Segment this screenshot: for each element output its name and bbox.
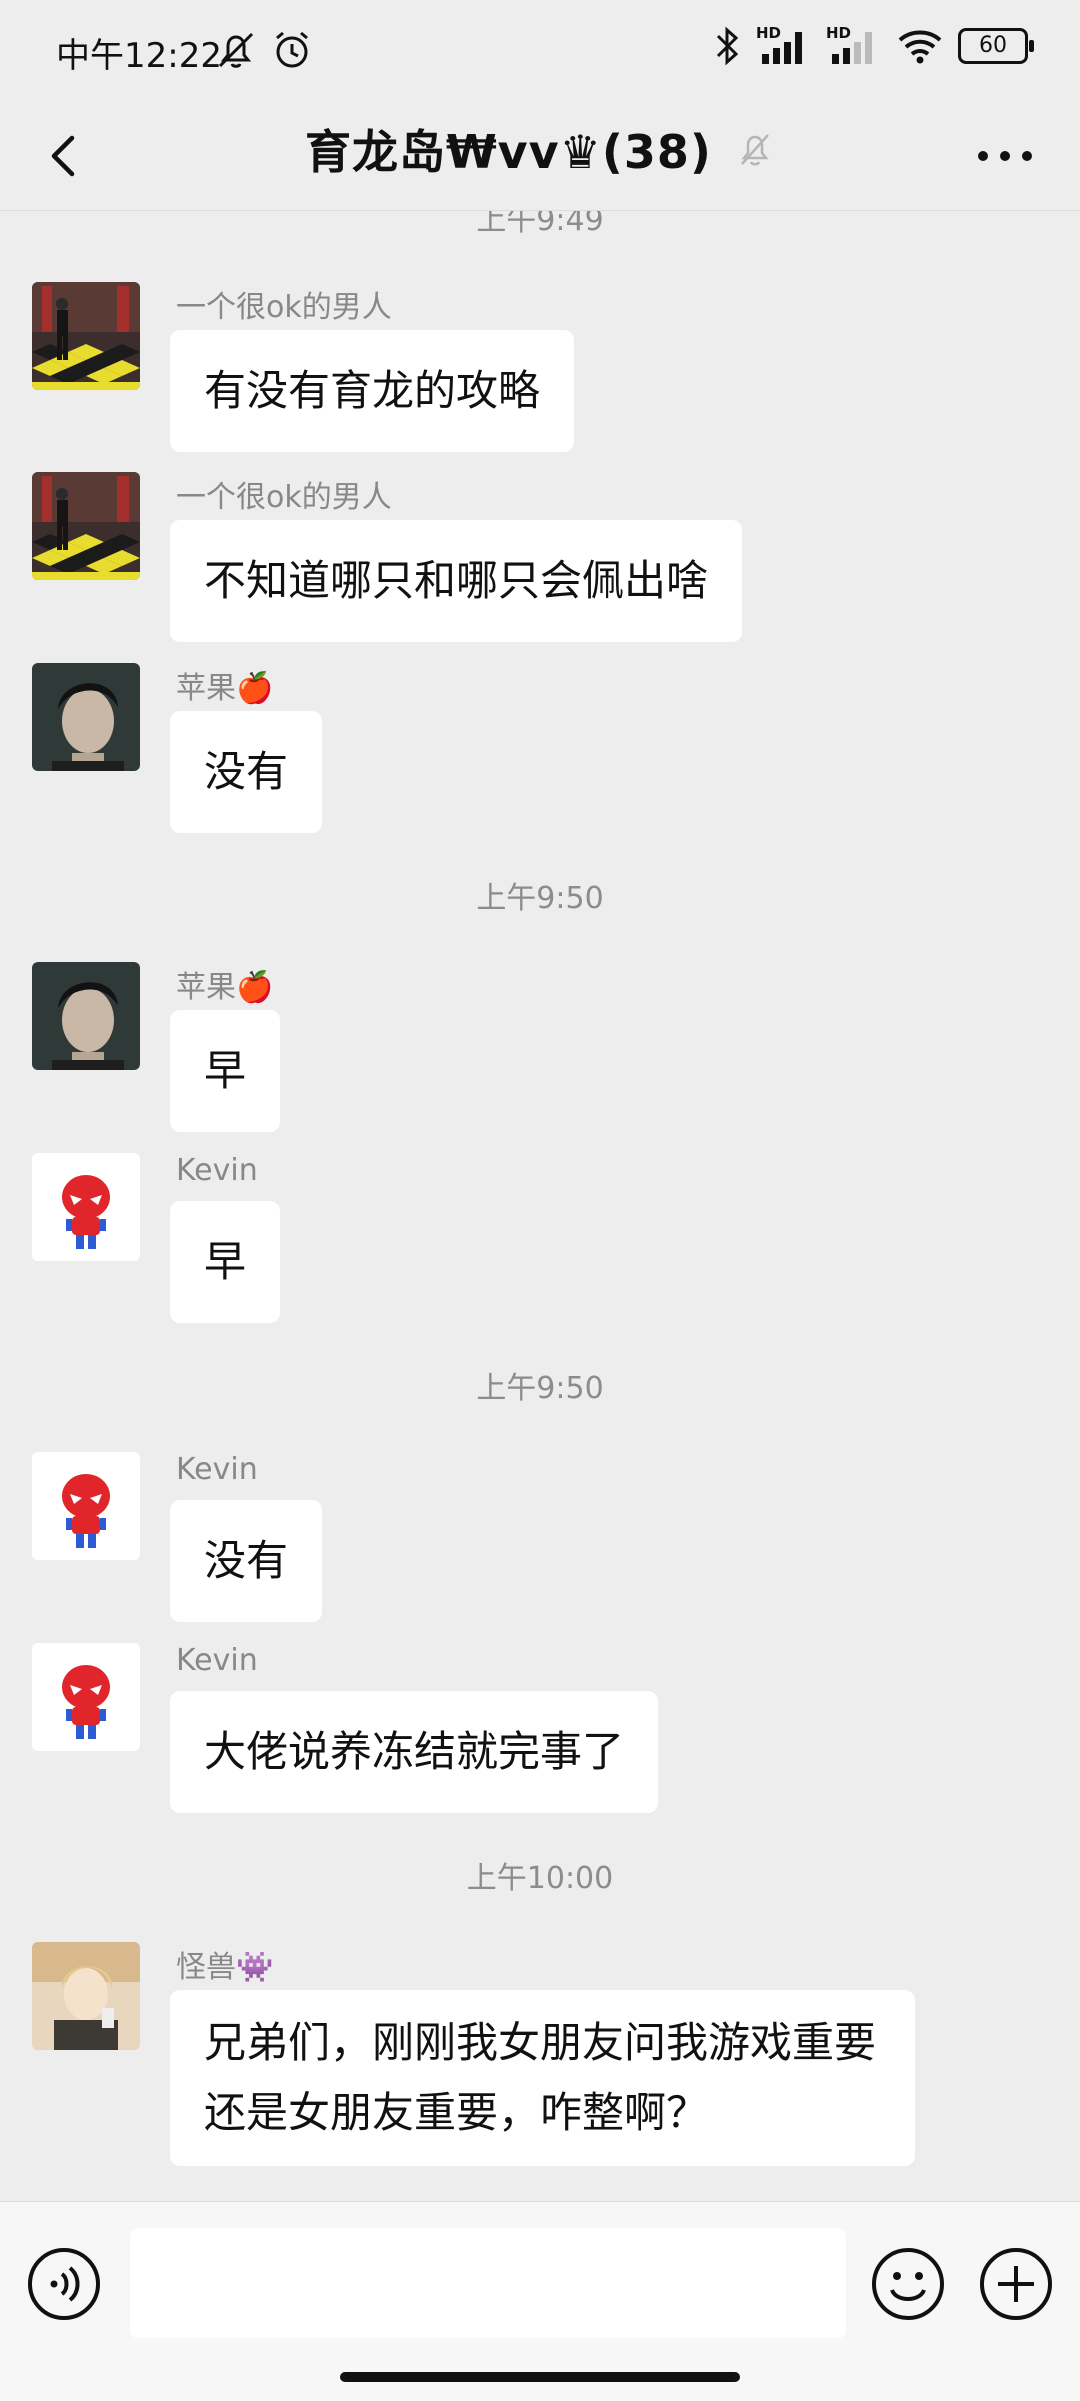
avatar[interactable] xyxy=(32,1153,140,1261)
emoji-button[interactable] xyxy=(870,2246,946,2322)
input-bar xyxy=(0,2201,1080,2401)
timestamp: 上午10:00 xyxy=(466,1861,614,1896)
message-bubble[interactable]: 有没有育龙的攻略 xyxy=(170,330,575,452)
sender-name: 一个很ok的男人 xyxy=(176,290,392,325)
avatar[interactable] xyxy=(32,1942,140,2050)
timestamp: 上午9:50 xyxy=(476,881,604,916)
chat-header: 育龙岛₩vv♛(38) xyxy=(0,100,1080,211)
message-bubble[interactable]: 不知道哪只和哪只会佩出啥 xyxy=(170,520,743,642)
avatar[interactable] xyxy=(32,1452,140,1560)
sender-name: Kevin xyxy=(176,1643,258,1678)
bluetooth-icon xyxy=(716,26,739,66)
chat-title[interactable]: 育龙岛₩vv♛(38) xyxy=(305,125,712,179)
title-wrap: 育龙岛₩vv♛(38) xyxy=(0,116,1080,182)
sender-name: Kevin xyxy=(176,1153,258,1188)
bell-off-icon xyxy=(741,134,769,166)
bell-slash-icon xyxy=(218,32,254,68)
more-dots-icon xyxy=(978,151,1032,161)
alarm-icon xyxy=(276,31,308,68)
voice-button[interactable] xyxy=(26,2246,102,2322)
message-bubble[interactable]: 早 xyxy=(170,1201,281,1323)
hd-label-1: HD xyxy=(756,24,782,42)
signal-icon-2: HD xyxy=(826,24,882,68)
wifi-icon xyxy=(898,30,942,64)
signal-icon-1: HD xyxy=(756,24,812,68)
status-bar: 中午12:22 HD HD 60 xyxy=(0,0,1080,100)
avatar[interactable] xyxy=(32,282,140,390)
avatar[interactable] xyxy=(32,962,140,1070)
status-time: 中午12:22 xyxy=(56,36,222,76)
sender-name: 苹果🍎 xyxy=(176,970,274,1005)
more-button[interactable] xyxy=(970,126,1040,186)
more-functions-button[interactable] xyxy=(978,2246,1054,2322)
sender-name: Kevin xyxy=(176,1452,258,1487)
battery-icon: 60 xyxy=(958,28,1034,64)
message-bubble[interactable]: 早 xyxy=(170,1010,281,1132)
message-input[interactable] xyxy=(130,2228,846,2338)
status-left-icons xyxy=(214,28,314,72)
voice-icon xyxy=(28,2248,100,2320)
avatar[interactable] xyxy=(32,472,140,580)
timestamp: 上午9:49 xyxy=(476,211,604,238)
message-bubble[interactable]: 没有 xyxy=(170,711,323,833)
chat-message-list[interactable]: 上午9:49 一个很ok的男人 有没有育龙的攻略 一个很ok的男人 不知道哪只和… xyxy=(0,211,1080,2201)
plus-icon xyxy=(980,2248,1052,2320)
sender-name: 一个很ok的男人 xyxy=(176,480,392,515)
hd-label-2: HD xyxy=(826,24,852,42)
message-bubble[interactable]: 大佬说养冻结就完事了 xyxy=(170,1691,659,1813)
home-indicator[interactable] xyxy=(340,2372,740,2382)
message-bubble[interactable]: 兄弟们，刚刚我女朋友问我游戏重要还是女朋友重要，咋整啊？ xyxy=(170,1990,915,2166)
sender-name: 怪兽👾 xyxy=(176,1950,274,1985)
status-right-icons: HD HD 60 xyxy=(712,24,1034,68)
avatar[interactable] xyxy=(32,1643,140,1751)
sender-name: 苹果🍎 xyxy=(176,671,274,706)
avatar[interactable] xyxy=(32,663,140,771)
emoji-icon xyxy=(872,2248,944,2320)
timestamp: 上午9:50 xyxy=(476,1371,604,1406)
message-bubble[interactable]: 没有 xyxy=(170,1500,323,1622)
